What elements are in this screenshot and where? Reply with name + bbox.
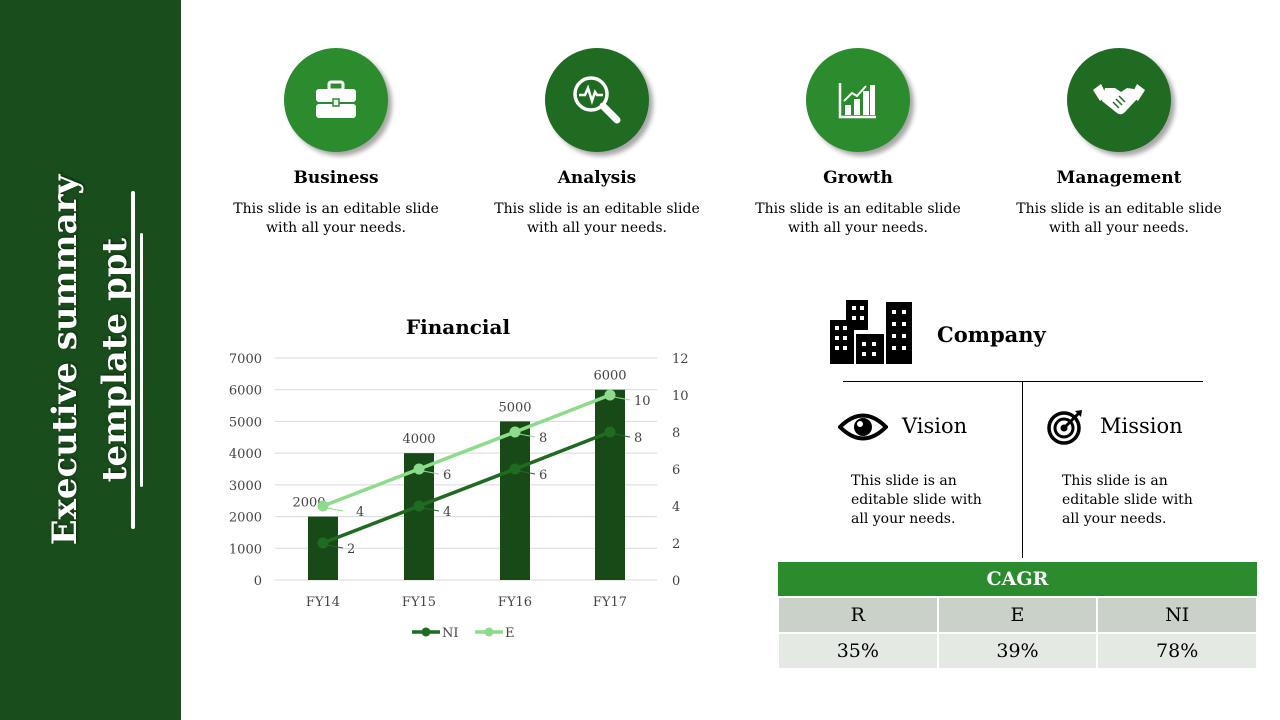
legend-marker xyxy=(484,627,494,637)
bar-data-label: 4000 xyxy=(402,432,435,447)
data-point xyxy=(604,389,616,401)
company-icon xyxy=(830,298,912,368)
y-tick-label: 1000 xyxy=(229,542,262,557)
value-ni: 78% xyxy=(1096,632,1258,670)
legend-label: E xyxy=(505,626,515,641)
line-data-label: 8 xyxy=(634,431,642,446)
vision-text: This slide is an editable slide with all… xyxy=(851,473,982,527)
line-data-label: 8 xyxy=(539,431,547,446)
bar-data-label: 6000 xyxy=(593,369,626,384)
value-r: 35% xyxy=(777,632,939,670)
cagr-title: CAGR xyxy=(778,562,1257,597)
line-data-label: 10 xyxy=(634,394,651,409)
leader-line xyxy=(326,507,344,512)
header-ni: NI xyxy=(1096,596,1258,634)
eye-icon xyxy=(837,410,889,448)
x-tick-label: FY14 xyxy=(306,595,340,610)
series-line-NI xyxy=(322,430,611,545)
y2-tick-label: 10 xyxy=(672,389,689,404)
x-tick-label: FY17 xyxy=(593,595,627,610)
cagr-table: CAGR R E NI 35% 39% 78% xyxy=(777,562,1258,670)
x-tick-label: FY15 xyxy=(402,595,436,610)
line-data-label: 6 xyxy=(539,468,547,483)
target-icon xyxy=(1046,408,1084,450)
header-e: E xyxy=(936,596,1099,634)
header-r: R xyxy=(777,596,939,634)
y2-tick-label: 2 xyxy=(672,537,680,552)
y2-tick-label: 8 xyxy=(672,426,680,441)
divider xyxy=(843,381,1203,382)
y-tick-label: 0 xyxy=(254,574,262,589)
y-tick-label: 6000 xyxy=(229,384,262,399)
y-tick-label: 3000 xyxy=(229,479,262,494)
x-tick-label: FY16 xyxy=(498,595,532,610)
line-data-label: 4 xyxy=(443,505,451,520)
data-point xyxy=(317,500,329,512)
y-tick-label: 4000 xyxy=(229,447,262,462)
mission-label: Mission xyxy=(1100,414,1183,438)
data-point xyxy=(509,426,521,438)
legend-label: NI xyxy=(442,626,459,641)
bar xyxy=(500,421,530,580)
y2-tick-label: 0 xyxy=(672,574,680,589)
data-point xyxy=(509,463,521,475)
line-data-label: 2 xyxy=(347,542,355,557)
data-point xyxy=(413,500,425,512)
y2-tick-label: 6 xyxy=(672,463,680,478)
vision-label: Vision xyxy=(902,414,968,438)
data-point xyxy=(604,426,616,438)
y-tick-label: 5000 xyxy=(229,415,262,430)
data-point xyxy=(413,463,425,475)
bar xyxy=(595,389,625,580)
data-point xyxy=(317,537,329,549)
divider xyxy=(1022,381,1023,558)
company-title: Company xyxy=(937,322,1046,347)
y2-tick-label: 4 xyxy=(672,500,680,515)
line-data-label: 6 xyxy=(443,468,451,483)
legend-marker xyxy=(421,627,431,637)
y2-tick-label: 12 xyxy=(672,352,689,367)
mission-text: This slide is an editable slide with all… xyxy=(1062,473,1193,527)
line-data-label: 4 xyxy=(356,505,364,520)
y-tick-label: 7000 xyxy=(229,352,262,367)
y-tick-label: 2000 xyxy=(229,511,262,526)
chart-title: Financial xyxy=(406,315,511,339)
bar-data-label: 5000 xyxy=(498,400,531,415)
value-e: 39% xyxy=(936,632,1099,670)
